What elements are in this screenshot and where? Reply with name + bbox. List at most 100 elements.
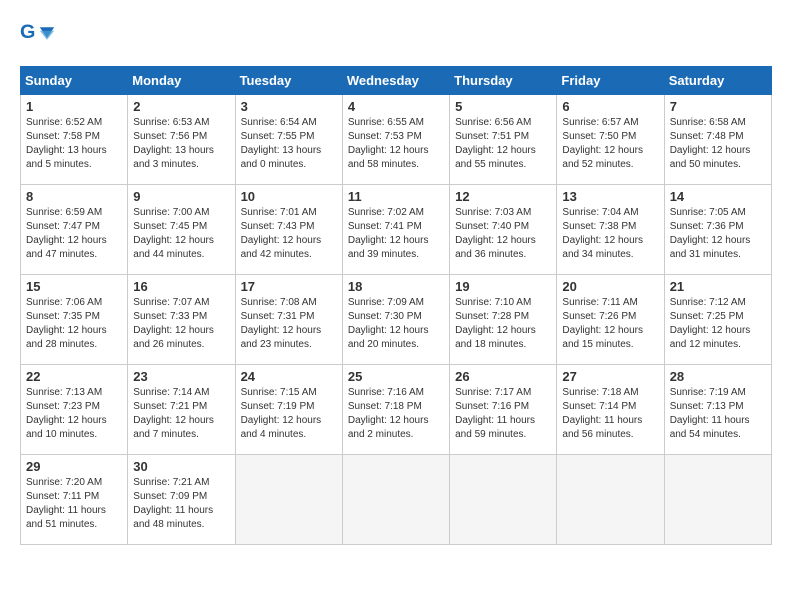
day-info: Sunrise: 6:52 AM Sunset: 7:58 PM Dayligh… [26, 116, 122, 172]
day-number: 22 [26, 369, 122, 384]
day-number: 6 [562, 99, 658, 114]
day-number: 27 [562, 369, 658, 384]
day-number: 8 [26, 189, 122, 204]
day-info: Sunrise: 7:06 AM Sunset: 7:35 PM Dayligh… [26, 296, 122, 352]
day-header-friday: Friday [557, 67, 664, 95]
day-info: Sunrise: 7:11 AM Sunset: 7:26 PM Dayligh… [562, 296, 658, 352]
day-header-thursday: Thursday [450, 67, 557, 95]
day-number: 11 [348, 189, 444, 204]
day-info: Sunrise: 6:53 AM Sunset: 7:56 PM Dayligh… [133, 116, 229, 172]
day-header-sunday: Sunday [21, 67, 128, 95]
day-cell: 24 Sunrise: 7:15 AM Sunset: 7:19 PM Dayli… [235, 365, 342, 455]
day-number: 1 [26, 99, 122, 114]
page-header: G [20, 20, 772, 56]
day-info: Sunrise: 6:59 AM Sunset: 7:47 PM Dayligh… [26, 206, 122, 262]
day-number: 16 [133, 279, 229, 294]
day-cell: 27 Sunrise: 7:18 AM Sunset: 7:14 PM Dayli… [557, 365, 664, 455]
day-info: Sunrise: 7:07 AM Sunset: 7:33 PM Dayligh… [133, 296, 229, 352]
day-cell: 2 Sunrise: 6:53 AM Sunset: 7:56 PM Daylig… [128, 95, 235, 185]
day-number: 23 [133, 369, 229, 384]
day-info: Sunrise: 7:17 AM Sunset: 7:16 PM Dayligh… [455, 386, 551, 442]
day-info: Sunrise: 7:20 AM Sunset: 7:11 PM Dayligh… [26, 476, 122, 532]
calendar-week-row: 15Sunrise: 7:06 AM Sunset: 7:35 PM Dayli… [21, 275, 772, 365]
day-info: Sunrise: 7:01 AM Sunset: 7:43 PM Dayligh… [241, 206, 337, 262]
day-cell: 13Sunrise: 7:04 AM Sunset: 7:38 PM Dayli… [557, 185, 664, 275]
day-info: Sunrise: 7:03 AM Sunset: 7:40 PM Dayligh… [455, 206, 551, 262]
day-number: 10 [241, 189, 337, 204]
day-cell: 12 Sunrise: 7:03 AM Sunset: 7:40 PM Dayli… [450, 185, 557, 275]
empty-day-cell [342, 455, 449, 545]
day-number: 24 [241, 369, 337, 384]
day-number: 29 [26, 459, 122, 474]
day-header-saturday: Saturday [664, 67, 771, 95]
day-cell: 18 Sunrise: 7:09 AM Sunset: 7:30 PM Dayli… [342, 275, 449, 365]
day-info: Sunrise: 6:58 AM Sunset: 7:48 PM Dayligh… [670, 116, 766, 172]
day-number: 17 [241, 279, 337, 294]
day-cell: 5 Sunrise: 6:56 AM Sunset: 7:51 PM Daylig… [450, 95, 557, 185]
day-number: 14 [670, 189, 766, 204]
day-number: 28 [670, 369, 766, 384]
calendar-header-row: SundayMondayTuesdayWednesdayThursdayFrid… [21, 67, 772, 95]
day-info: Sunrise: 7:09 AM Sunset: 7:30 PM Dayligh… [348, 296, 444, 352]
day-cell: 6 Sunrise: 6:57 AM Sunset: 7:50 PM Daylig… [557, 95, 664, 185]
day-cell: 11Sunrise: 7:02 AM Sunset: 7:41 PM Dayli… [342, 185, 449, 275]
day-cell: 30 Sunrise: 7:21 AM Sunset: 7:09 PM Dayli… [128, 455, 235, 545]
day-cell: 20 Sunrise: 7:11 AM Sunset: 7:26 PM Dayli… [557, 275, 664, 365]
empty-day-cell [664, 455, 771, 545]
day-cell: 15Sunrise: 7:06 AM Sunset: 7:35 PM Dayli… [21, 275, 128, 365]
day-cell: 16 Sunrise: 7:07 AM Sunset: 7:33 PM Dayli… [128, 275, 235, 365]
day-info: Sunrise: 7:21 AM Sunset: 7:09 PM Dayligh… [133, 476, 229, 532]
day-number: 9 [133, 189, 229, 204]
day-number: 5 [455, 99, 551, 114]
day-number: 7 [670, 99, 766, 114]
day-info: Sunrise: 7:08 AM Sunset: 7:31 PM Dayligh… [241, 296, 337, 352]
day-number: 4 [348, 99, 444, 114]
day-number: 18 [348, 279, 444, 294]
day-info: Sunrise: 6:56 AM Sunset: 7:51 PM Dayligh… [455, 116, 551, 172]
day-info: Sunrise: 6:57 AM Sunset: 7:50 PM Dayligh… [562, 116, 658, 172]
day-info: Sunrise: 7:12 AM Sunset: 7:25 PM Dayligh… [670, 296, 766, 352]
day-cell: 8 Sunrise: 6:59 AM Sunset: 7:47 PM Daylig… [21, 185, 128, 275]
day-cell: 28 Sunrise: 7:19 AM Sunset: 7:13 PM Dayli… [664, 365, 771, 455]
logo: G [20, 20, 60, 56]
day-header-monday: Monday [128, 67, 235, 95]
day-number: 3 [241, 99, 337, 114]
day-info: Sunrise: 7:13 AM Sunset: 7:23 PM Dayligh… [26, 386, 122, 442]
day-cell: 3 Sunrise: 6:54 AM Sunset: 7:55 PM Daylig… [235, 95, 342, 185]
day-cell: 1 Sunrise: 6:52 AM Sunset: 7:58 PM Daylig… [21, 95, 128, 185]
day-cell: 4Sunrise: 6:55 AM Sunset: 7:53 PM Daylig… [342, 95, 449, 185]
day-number: 13 [562, 189, 658, 204]
empty-day-cell [235, 455, 342, 545]
day-info: Sunrise: 6:54 AM Sunset: 7:55 PM Dayligh… [241, 116, 337, 172]
empty-day-cell [450, 455, 557, 545]
day-cell: 25 Sunrise: 7:16 AM Sunset: 7:18 PM Dayli… [342, 365, 449, 455]
day-number: 20 [562, 279, 658, 294]
day-number: 12 [455, 189, 551, 204]
day-info: Sunrise: 7:19 AM Sunset: 7:13 PM Dayligh… [670, 386, 766, 442]
day-cell: 22 Sunrise: 7:13 AM Sunset: 7:23 PM Dayli… [21, 365, 128, 455]
day-cell: 17 Sunrise: 7:08 AM Sunset: 7:31 PM Dayli… [235, 275, 342, 365]
day-info: Sunrise: 7:15 AM Sunset: 7:19 PM Dayligh… [241, 386, 337, 442]
calendar-week-row: 22 Sunrise: 7:13 AM Sunset: 7:23 PM Dayli… [21, 365, 772, 455]
day-info: Sunrise: 7:00 AM Sunset: 7:45 PM Dayligh… [133, 206, 229, 262]
calendar-week-row: 29 Sunrise: 7:20 AM Sunset: 7:11 PM Dayli… [21, 455, 772, 545]
calendar-table: SundayMondayTuesdayWednesdayThursdayFrid… [20, 66, 772, 545]
day-header-tuesday: Tuesday [235, 67, 342, 95]
day-number: 30 [133, 459, 229, 474]
calendar-week-row: 1 Sunrise: 6:52 AM Sunset: 7:58 PM Daylig… [21, 95, 772, 185]
empty-day-cell [557, 455, 664, 545]
day-number: 25 [348, 369, 444, 384]
day-cell: 21 Sunrise: 7:12 AM Sunset: 7:25 PM Dayli… [664, 275, 771, 365]
day-info: Sunrise: 7:16 AM Sunset: 7:18 PM Dayligh… [348, 386, 444, 442]
day-number: 21 [670, 279, 766, 294]
day-cell: 23Sunrise: 7:14 AM Sunset: 7:21 PM Dayli… [128, 365, 235, 455]
day-cell: 9 Sunrise: 7:00 AM Sunset: 7:45 PM Daylig… [128, 185, 235, 275]
day-info: Sunrise: 7:18 AM Sunset: 7:14 PM Dayligh… [562, 386, 658, 442]
day-number: 26 [455, 369, 551, 384]
day-number: 19 [455, 279, 551, 294]
day-cell: 10 Sunrise: 7:01 AM Sunset: 7:43 PM Dayli… [235, 185, 342, 275]
day-number: 2 [133, 99, 229, 114]
logo-icon: G [20, 20, 56, 56]
day-cell: 29 Sunrise: 7:20 AM Sunset: 7:11 PM Dayli… [21, 455, 128, 545]
day-cell: 7 Sunrise: 6:58 AM Sunset: 7:48 PM Daylig… [664, 95, 771, 185]
